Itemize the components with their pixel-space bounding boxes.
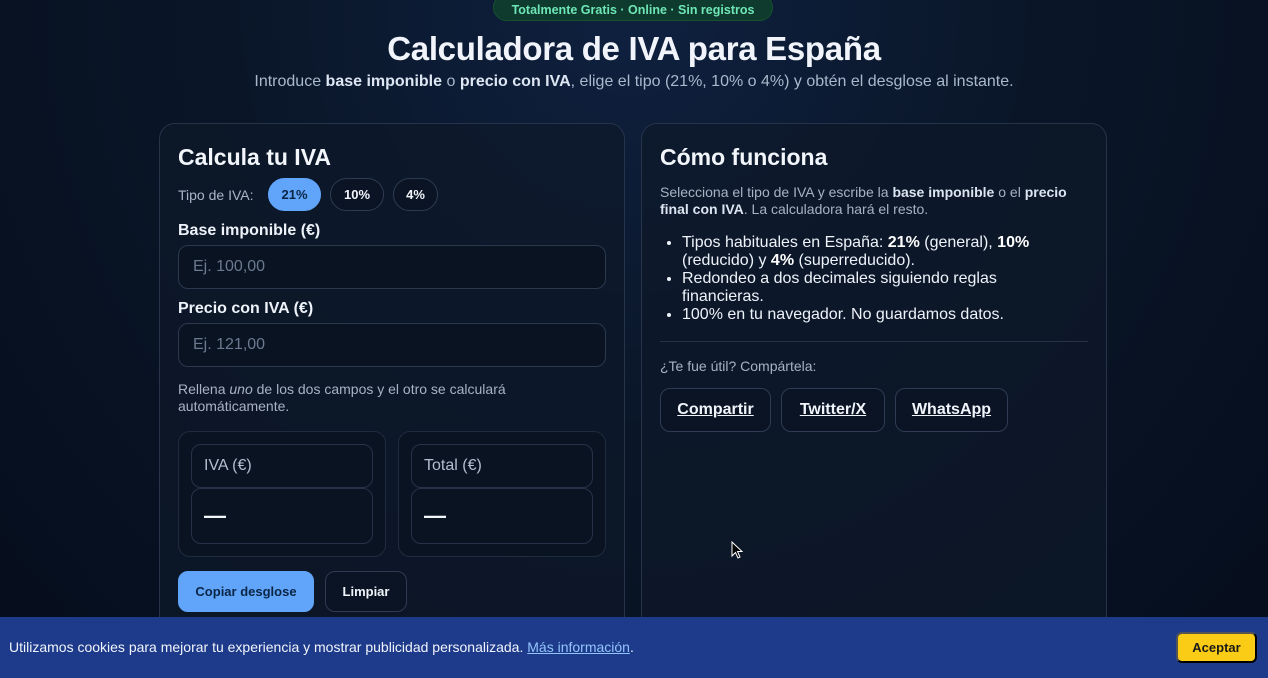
subtitle-bold-precio: precio con IVA bbox=[459, 73, 571, 90]
fill-hint: Rellena uno de los dos campos y el otro … bbox=[178, 381, 578, 415]
subtitle-text: , elige el tipo (21%, 10% o 4%) y obtén … bbox=[570, 73, 1014, 90]
rate-4-button[interactable]: 4% bbox=[393, 178, 438, 211]
list-text: (general), bbox=[919, 234, 998, 251]
divider bbox=[660, 341, 1088, 342]
clear-button[interactable]: Limpiar bbox=[325, 571, 407, 612]
total-result: Total (€) — bbox=[398, 431, 606, 557]
cookie-text: Utilizamos cookies para mejorar tu exper… bbox=[9, 639, 634, 655]
precio-input[interactable] bbox=[178, 323, 606, 367]
list-item: 100% en tu navegador. No guardamos datos… bbox=[682, 306, 1072, 324]
whatsapp-share-button[interactable]: WhatsApp bbox=[895, 388, 1008, 432]
copy-breakdown-button[interactable]: Copiar desglose bbox=[178, 571, 314, 612]
subtitle-text: Introduce bbox=[254, 73, 326, 90]
calculator-title: Calcula tu IVA bbox=[178, 144, 331, 170]
intro-text: o el bbox=[994, 184, 1025, 200]
twitter-share-button[interactable]: Twitter/X bbox=[781, 388, 885, 432]
vat-rate-label: Tipo de IVA: bbox=[178, 187, 254, 203]
promo-badge: Totalmente Gratis · Online · Sin registr… bbox=[493, 0, 773, 21]
cookie-message: Utilizamos cookies para mejorar tu exper… bbox=[9, 639, 528, 655]
calculator-card: Calcula tu IVA Tipo de IVA: 21% 10% 4% B… bbox=[159, 123, 625, 643]
intro-text: . La calculadora hará el resto. bbox=[743, 201, 929, 217]
iva-result: IVA (€) — bbox=[178, 431, 386, 557]
how-intro: Selecciona el tipo de IVA y escribe la b… bbox=[660, 184, 1080, 218]
cookie-period: . bbox=[629, 639, 634, 655]
rate-21-button[interactable]: 21% bbox=[268, 178, 321, 211]
how-title: Cómo funciona bbox=[660, 144, 828, 170]
accept-cookies-button[interactable]: Aceptar bbox=[1176, 632, 1257, 663]
share-button[interactable]: Compartir bbox=[660, 388, 771, 432]
iva-label: IVA (€) bbox=[191, 444, 373, 488]
intro-bold: base imponible bbox=[892, 184, 995, 200]
page-title: Calculadora de IVA para España bbox=[387, 30, 881, 67]
hint-emphasis: uno bbox=[229, 381, 253, 397]
how-it-works-card: Cómo funciona Selecciona el tipo de IVA … bbox=[641, 123, 1107, 643]
list-item: Redondeo a dos decimales siguiendo regla… bbox=[682, 270, 1072, 306]
list-text: Tipos habituales en España: bbox=[682, 234, 888, 251]
list-bold: 21% bbox=[887, 234, 920, 251]
iva-value: — bbox=[191, 488, 373, 544]
how-list: Tipos habituales en España: 21% (general… bbox=[682, 234, 1072, 324]
page-subtitle: Introduce base imponible o precio con IV… bbox=[0, 73, 1268, 91]
hint-text: Rellena bbox=[178, 381, 230, 397]
total-value: — bbox=[411, 488, 593, 544]
precio-label: Precio con IVA (€) bbox=[178, 300, 314, 317]
mouse-cursor-icon bbox=[731, 541, 743, 559]
more-info-link[interactable]: Más información bbox=[527, 639, 630, 655]
subtitle-bold-base: base imponible bbox=[325, 73, 443, 90]
intro-text: Selecciona el tipo de IVA y escribe la bbox=[660, 184, 893, 200]
total-label: Total (€) bbox=[411, 444, 593, 488]
list-text: (superreducido). bbox=[794, 252, 915, 269]
share-label: ¿Te fue útil? Compártela: bbox=[660, 358, 817, 374]
list-item: Tipos habituales en España: 21% (general… bbox=[682, 234, 1072, 270]
base-input[interactable] bbox=[178, 245, 606, 289]
base-label: Base imponible (€) bbox=[178, 222, 321, 239]
list-bold: 10% bbox=[997, 234, 1030, 251]
list-bold: 4% bbox=[770, 252, 795, 269]
cookie-banner: Utilizamos cookies para mejorar tu exper… bbox=[0, 617, 1268, 678]
subtitle-text: o bbox=[442, 73, 460, 90]
list-text: (reducido) y bbox=[682, 252, 771, 269]
rate-10-button[interactable]: 10% bbox=[330, 178, 384, 211]
